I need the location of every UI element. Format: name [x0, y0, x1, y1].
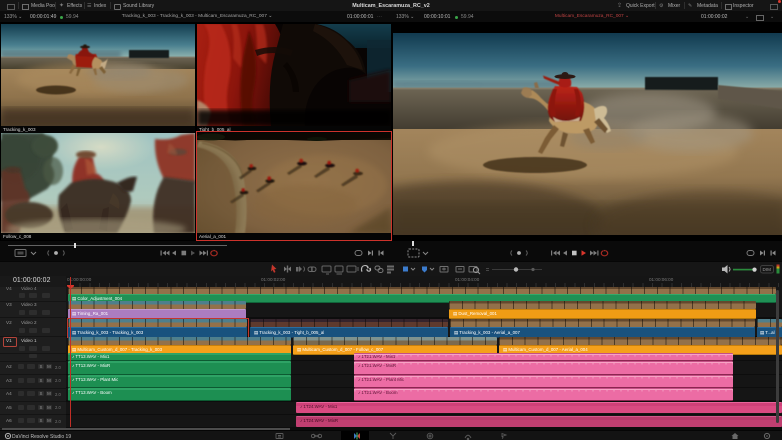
svg-text:DIM: DIM: [763, 267, 772, 272]
